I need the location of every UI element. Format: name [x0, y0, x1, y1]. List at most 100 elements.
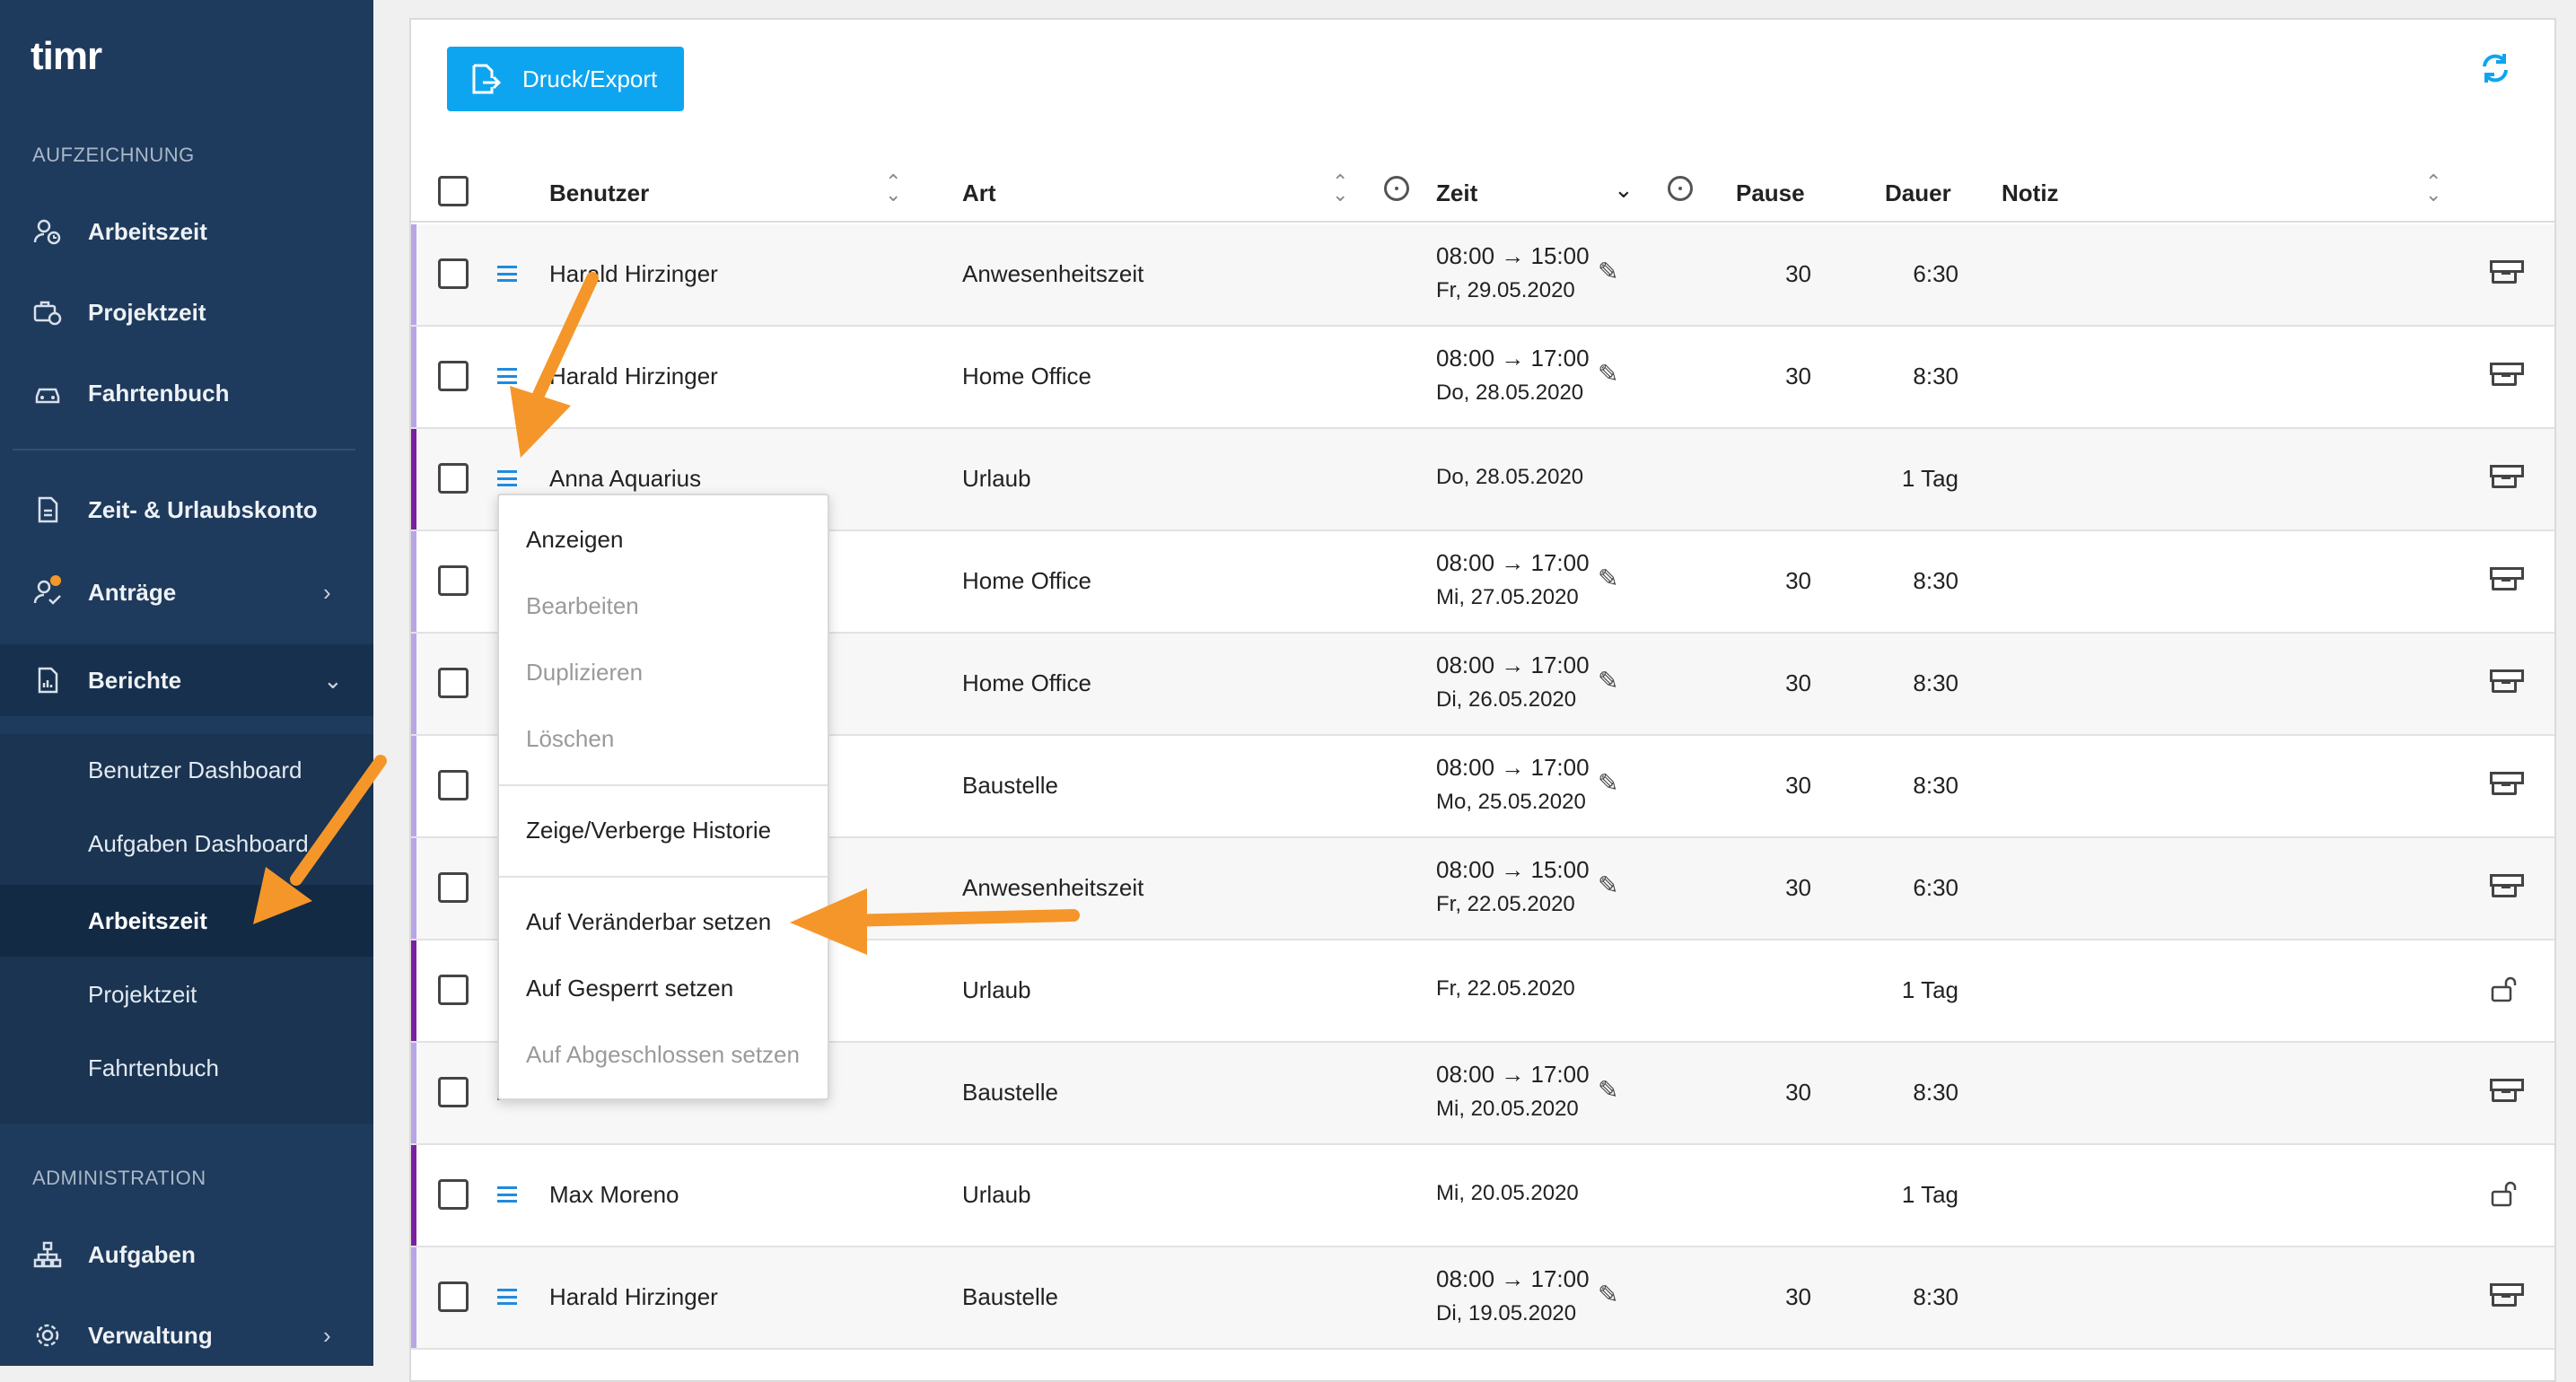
- sort-icon[interactable]: ⌃ ⌄: [1332, 172, 1348, 205]
- row-checkbox[interactable]: [438, 1179, 469, 1210]
- section-label-admin: ADMINISTRATION: [32, 1167, 206, 1189]
- menu-item-historie[interactable]: Zeige/Verberge Historie: [526, 817, 771, 844]
- chevron-right-icon: ›: [323, 1321, 331, 1349]
- row-type: Baustelle: [962, 772, 1058, 799]
- archive-icon[interactable]: [2490, 1283, 2524, 1307]
- edit-pencil-icon[interactable]: ✎: [1598, 257, 1618, 286]
- table-row[interactable]: Harald Hirzinger Home Office 08:00 → 17:…: [411, 327, 2554, 429]
- submenu-item-aufgaben-dashboard[interactable]: Aufgaben Dashboard: [0, 808, 373, 879]
- crosshair-icon[interactable]: [1384, 176, 1409, 201]
- menu-item-anzeigen[interactable]: Anzeigen: [526, 526, 623, 554]
- sort-icon[interactable]: ⌃ ⌄: [2425, 172, 2441, 205]
- row-duration: 1 Tag: [1901, 465, 1958, 492]
- row-checkbox[interactable]: [438, 258, 469, 289]
- crosshair-icon[interactable]: [1668, 176, 1693, 201]
- row-type-color-bar: [411, 531, 416, 632]
- archive-icon[interactable]: [2490, 260, 2524, 284]
- row-duration: 6:30: [1913, 874, 1958, 901]
- column-header-time[interactable]: Zeit: [1436, 179, 1477, 207]
- edit-pencil-icon[interactable]: ✎: [1598, 768, 1618, 798]
- row-checkbox[interactable]: [438, 361, 469, 391]
- submenu-item-label: Projektzeit: [88, 980, 197, 1008]
- row-menu-icon[interactable]: [497, 470, 517, 486]
- row-date: Mi, 27.05.2020: [1436, 585, 1579, 609]
- row-menu-icon[interactable]: [497, 266, 517, 282]
- submenu-item-projektzeit[interactable]: Projektzeit: [0, 958, 373, 1030]
- edit-pencil-icon[interactable]: ✎: [1598, 1280, 1618, 1309]
- row-menu-icon[interactable]: [497, 1186, 517, 1203]
- row-date: Fr, 29.05.2020: [1436, 278, 1575, 302]
- table-row[interactable]: Harald Hirzinger Anwesenheitszeit 08:00 …: [411, 224, 2554, 327]
- row-checkbox[interactable]: [438, 872, 469, 903]
- menu-item-veraenderbar[interactable]: Auf Veränderbar setzen: [526, 908, 771, 936]
- archive-icon[interactable]: [2490, 669, 2524, 693]
- unlock-icon[interactable]: [2490, 975, 2519, 1010]
- sidebar-item-projektzeit[interactable]: Projektzeit: [0, 276, 373, 348]
- archive-icon[interactable]: [2490, 465, 2524, 488]
- row-checkbox[interactable]: [438, 770, 469, 800]
- edit-pencil-icon[interactable]: ✎: [1598, 1075, 1618, 1105]
- sidebar-item-berichte[interactable]: Berichte ⌄: [0, 644, 373, 716]
- sort-icon[interactable]: ⌃ ⌄: [885, 172, 901, 205]
- row-checkbox[interactable]: [438, 1281, 469, 1312]
- archive-icon[interactable]: [2490, 363, 2524, 386]
- archive-icon[interactable]: [2490, 567, 2524, 590]
- edit-pencil-icon[interactable]: ✎: [1598, 870, 1618, 900]
- edit-pencil-icon[interactable]: ✎: [1598, 666, 1618, 695]
- table-row[interactable]: Harald Hirzinger Baustelle 08:00 → 17:00…: [411, 1247, 2554, 1350]
- row-menu-icon[interactable]: [497, 1289, 517, 1305]
- column-header-user[interactable]: Benutzer: [549, 179, 649, 207]
- sort-desc-icon[interactable]: ⌄: [1614, 176, 1634, 204]
- sidebar-item-antraege[interactable]: Anträge ›: [0, 556, 373, 628]
- sidebar: timr AUFZEICHNUNG Arbeitszeit Projektzei…: [0, 0, 373, 1366]
- unlock-icon[interactable]: [2490, 1179, 2519, 1215]
- menu-separator: [499, 876, 828, 878]
- column-header-duration[interactable]: Dauer: [1885, 179, 1951, 207]
- row-time-range: 08:00 → 17:00: [1436, 1265, 1590, 1292]
- archive-icon[interactable]: [2490, 874, 2524, 897]
- column-header-note[interactable]: Notiz: [2002, 179, 2059, 207]
- edit-pencil-icon[interactable]: ✎: [1598, 359, 1618, 389]
- print-export-button[interactable]: Druck/Export: [447, 47, 684, 111]
- sidebar-item-arbeitszeit[interactable]: Arbeitszeit: [0, 196, 373, 267]
- row-checkbox[interactable]: [438, 975, 469, 1005]
- edit-pencil-icon[interactable]: ✎: [1598, 564, 1618, 593]
- row-pause: 30: [1785, 1283, 1811, 1310]
- select-all-checkbox[interactable]: [438, 176, 469, 206]
- row-time-range: 08:00 → 17:00: [1436, 652, 1590, 678]
- submenu-item-arbeitszeit[interactable]: Arbeitszeit: [0, 885, 373, 957]
- sidebar-item-fahrtenbuch[interactable]: Fahrtenbuch: [0, 357, 373, 429]
- row-menu-icon[interactable]: [497, 368, 517, 384]
- row-duration: 8:30: [1913, 1283, 1958, 1310]
- column-header-pause[interactable]: Pause: [1736, 179, 1805, 207]
- sidebar-item-aufgaben[interactable]: Aufgaben: [0, 1219, 373, 1290]
- table-row[interactable]: Max Moreno Urlaub Mi, 20.05.2020 1 Tag: [411, 1145, 2554, 1247]
- row-user: Harald Hirzinger: [549, 363, 718, 389]
- row-checkbox[interactable]: [438, 463, 469, 494]
- row-date: Fr, 22.05.2020: [1436, 892, 1575, 916]
- row-checkbox[interactable]: [438, 1077, 469, 1107]
- row-checkbox[interactable]: [438, 668, 469, 698]
- row-duration: 8:30: [1913, 363, 1958, 389]
- row-date: Do, 28.05.2020: [1436, 465, 1584, 489]
- sidebar-item-zeitkonto[interactable]: Zeit- & Urlaubskonto: [0, 474, 373, 546]
- archive-icon[interactable]: [2490, 1079, 2524, 1102]
- hierarchy-icon: [32, 1239, 63, 1270]
- report-icon: [32, 665, 63, 695]
- row-date: Fr, 22.05.2020: [1436, 976, 1575, 1001]
- row-checkbox[interactable]: [438, 565, 469, 596]
- menu-item-gesperrt[interactable]: Auf Gesperrt setzen: [526, 975, 733, 1002]
- row-user: Harald Hirzinger: [549, 1283, 718, 1310]
- sidebar-item-verwaltung[interactable]: Verwaltung ›: [0, 1299, 373, 1371]
- chevron-down-icon: ⌄: [323, 666, 343, 694]
- row-type: Home Office: [962, 567, 1092, 594]
- submenu-item-fahrtenbuch[interactable]: Fahrtenbuch: [0, 1032, 373, 1104]
- menu-item-duplizieren: Duplizieren: [526, 659, 644, 686]
- refresh-icon[interactable]: [2475, 50, 2515, 90]
- archive-icon[interactable]: [2490, 772, 2524, 795]
- column-header-type[interactable]: Art: [962, 179, 996, 207]
- sidebar-item-label: Zeit- & Urlaubskonto: [88, 495, 318, 523]
- sidebar-item-label: Projektzeit: [88, 298, 206, 326]
- submenu-item-benutzer-dashboard[interactable]: Benutzer Dashboard: [0, 734, 373, 806]
- timr-logo[interactable]: timr: [31, 34, 102, 79]
